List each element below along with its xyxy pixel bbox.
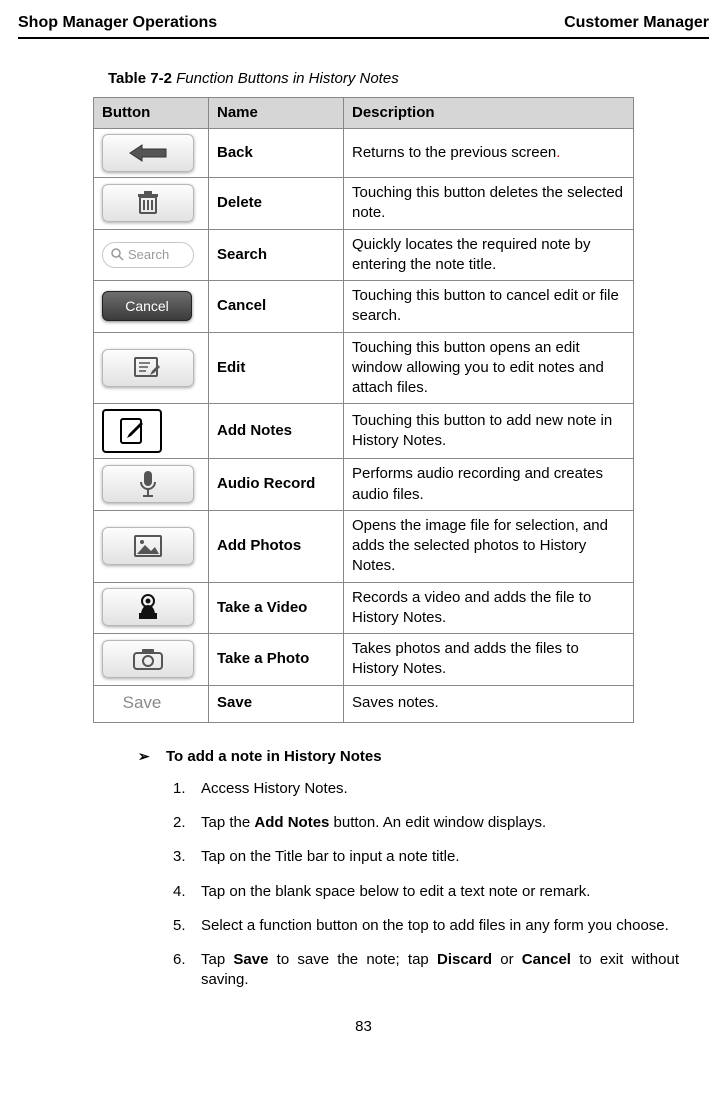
chevron-right-icon: ➢ <box>138 747 152 766</box>
row-name: Search <box>209 229 344 281</box>
row-desc: Returns to the previous screen. <box>344 129 634 178</box>
row-desc: Records a video and adds the file to His… <box>344 582 634 634</box>
col-desc: Description <box>344 97 634 128</box>
table-number: Table 7-2 <box>108 70 172 87</box>
table-row: Edit Touching this button opens an edit … <box>94 332 634 404</box>
table-row: Add Photos Opens the image file for sele… <box>94 510 634 582</box>
table-caption: Table 7-2 Function Buttons in History No… <box>108 69 709 89</box>
row-name: Save <box>209 685 344 722</box>
row-desc: Performs audio recording and creates aud… <box>344 459 634 511</box>
procedure-heading: ➢To add a note in History Notes <box>138 747 709 767</box>
row-desc: Touching this button to cancel edit or f… <box>344 281 634 333</box>
take-video-icon <box>102 588 194 626</box>
table-row: Take a Photo Takes photos and adds the f… <box>94 634 634 686</box>
procedure-steps: Access History Notes. Tap the Add Notes … <box>173 779 679 991</box>
table-row: Audio Record Performs audio recording an… <box>94 459 634 511</box>
header-right: Customer Manager <box>564 12 709 34</box>
header-rule <box>18 37 709 39</box>
row-desc: Quickly locates the required note by ent… <box>344 229 634 281</box>
search-icon: Search <box>102 242 194 268</box>
table-row: Delete Touching this button deletes the … <box>94 178 634 230</box>
row-name: Cancel <box>209 281 344 333</box>
list-item: Tap on the Title bar to input a note tit… <box>173 847 679 867</box>
col-button: Button <box>94 97 209 128</box>
row-desc: Saves notes. <box>344 685 634 722</box>
add-notes-icon <box>102 409 162 453</box>
cancel-icon: Cancel <box>102 291 192 321</box>
back-icon <box>102 134 194 172</box>
add-photos-icon <box>102 527 194 565</box>
row-name: Audio Record <box>209 459 344 511</box>
row-name: Delete <box>209 178 344 230</box>
row-name: Back <box>209 129 344 178</box>
table-row: Cancel Cancel Touching this button to ca… <box>94 281 634 333</box>
save-icon: Save <box>102 691 182 717</box>
table-row: Take a Video Records a video and adds th… <box>94 582 634 634</box>
table-row: Back Returns to the previous screen. <box>94 129 634 178</box>
take-photo-icon <box>102 640 194 678</box>
row-desc: Touching this button deletes the selecte… <box>344 178 634 230</box>
row-name: Take a Video <box>209 582 344 634</box>
page-header: Shop Manager Operations Customer Manager <box>18 12 709 37</box>
row-name: Edit <box>209 332 344 404</box>
function-buttons-table: Button Name Description Back Returns to … <box>93 97 634 723</box>
delete-icon <box>102 184 194 222</box>
row-name: Add Photos <box>209 510 344 582</box>
audio-record-icon <box>102 465 194 503</box>
table-header-row: Button Name Description <box>94 97 634 128</box>
row-desc: Takes photos and adds the files to Histo… <box>344 634 634 686</box>
row-desc: Opens the image file for selection, and … <box>344 510 634 582</box>
header-left: Shop Manager Operations <box>18 12 217 34</box>
page-number: 83 <box>18 1017 709 1037</box>
table-row: Add Notes Touching this button to add ne… <box>94 404 634 459</box>
table-row: Search Search Quickly locates the requir… <box>94 229 634 281</box>
col-name: Name <box>209 97 344 128</box>
row-name: Add Notes <box>209 404 344 459</box>
table-row: Save Save Saves notes. <box>94 685 634 722</box>
edit-icon <box>102 349 194 387</box>
table-title: Function Buttons in History Notes <box>176 70 399 87</box>
list-item: Tap the Add Notes button. An edit window… <box>173 813 679 833</box>
list-item: Tap on the blank space below to edit a t… <box>173 882 679 902</box>
list-item: Select a function button on the top to a… <box>173 916 679 936</box>
list-item: Tap Save to save the note; tap Discard o… <box>173 950 679 991</box>
row-name: Take a Photo <box>209 634 344 686</box>
row-desc: Touching this button to add new note in … <box>344 404 634 459</box>
list-item: Access History Notes. <box>173 779 679 799</box>
row-desc: Touching this button opens an edit windo… <box>344 332 634 404</box>
